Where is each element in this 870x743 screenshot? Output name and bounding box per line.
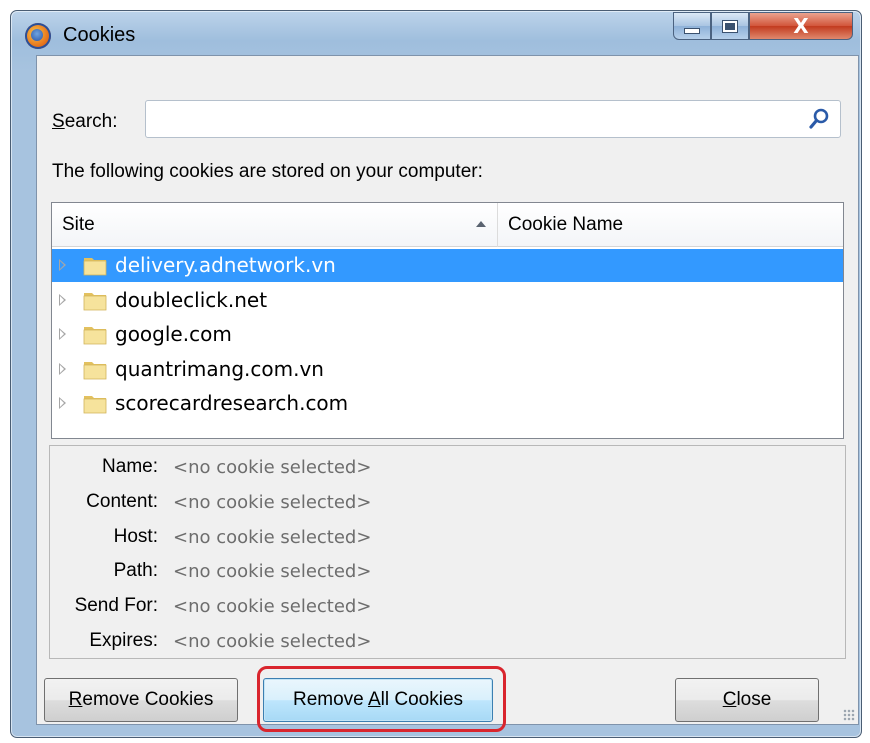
sort-ascending-icon <box>476 221 486 227</box>
detail-value: <no cookie selected> <box>173 457 372 478</box>
detail-value: <no cookie selected> <box>173 561 372 583</box>
detail-row: Name: <no cookie selected> <box>50 452 845 486</box>
column-site-label: Site <box>62 214 95 235</box>
minimize-button[interactable] <box>673 12 711 40</box>
detail-value: <no cookie selected> <box>173 631 372 652</box>
maximize-button[interactable] <box>711 12 749 40</box>
detail-value: <no cookie selected> <box>173 491 372 513</box>
tree-row-site: delivery.adnetwork.vn <box>115 253 336 277</box>
minimize-icon <box>684 28 700 34</box>
tree-row-site: doubleclick.net <box>115 287 268 312</box>
close-icon: X <box>793 14 809 38</box>
cookie-tree[interactable]: Site Cookie Name delivery.adnetwork.vn do… <box>51 202 844 439</box>
remove-cookies-button[interactable]: Remove Cookies <box>44 678 238 722</box>
detail-row: Host: <no cookie selected> <box>50 522 845 556</box>
remove-all-cookies-button[interactable]: Remove All Cookies <box>263 678 493 722</box>
folder-icon <box>83 292 107 310</box>
title-bar[interactable]: Cookies X <box>11 11 861 53</box>
resize-grip-icon[interactable] <box>843 709 855 721</box>
close-button[interactable]: Close <box>675 678 819 722</box>
expand-arrow-icon[interactable] <box>59 362 66 375</box>
search-label: Search: <box>52 111 118 132</box>
cookies-description: The following cookies are stored on your… <box>52 161 483 182</box>
folder-icon <box>83 258 107 276</box>
tree-row[interactable]: scorecardresearch.com <box>52 387 843 420</box>
tree-row[interactable]: delivery.adnetwork.vn <box>52 249 843 282</box>
expand-arrow-icon[interactable] <box>59 259 66 271</box>
column-cookie-name-label: Cookie Name <box>508 214 624 235</box>
detail-label: Name: <box>102 456 158 477</box>
detail-label: Path: <box>113 560 158 582</box>
dialog-content: Search: The following cookies are stored… <box>36 55 859 732</box>
detail-row: Send For: <no cookie selected> <box>50 591 845 625</box>
firefox-icon <box>25 23 51 49</box>
tree-row[interactable]: quantrimang.com.vn <box>52 353 843 386</box>
detail-label: Host: <box>113 525 158 547</box>
expand-arrow-icon[interactable] <box>59 328 66 340</box>
close-window-button[interactable]: X <box>749 12 853 40</box>
search-icon[interactable] <box>808 107 830 131</box>
detail-value: <no cookie selected> <box>173 596 372 618</box>
cookies-dialog: Cookies X Search: The following cookies … <box>10 10 862 738</box>
column-cookie-name[interactable]: Cookie Name <box>498 203 843 247</box>
tree-row-site: quantrimang.com.vn <box>115 356 324 381</box>
maximize-icon <box>722 19 738 33</box>
expand-arrow-icon[interactable] <box>59 397 66 409</box>
tree-row[interactable]: doubleclick.net <box>52 284 843 317</box>
detail-label: Content: <box>86 490 158 512</box>
folder-icon <box>83 396 107 414</box>
detail-row: Path: <no cookie selected> <box>50 556 845 590</box>
tree-row[interactable]: google.com <box>52 318 843 351</box>
detail-value: <no cookie selected> <box>173 526 372 548</box>
detail-label: Expires: <box>89 630 158 651</box>
cookie-details: Name: <no cookie selected> Content: <no coo… <box>49 445 846 659</box>
window-title: Cookies <box>63 24 136 46</box>
detail-row: Expires: <no cookie selected> <box>50 626 845 660</box>
expand-arrow-icon[interactable] <box>59 293 66 306</box>
folder-icon <box>83 327 107 345</box>
tree-row-site: scorecardresearch.com <box>115 391 349 415</box>
tree-row-site: google.com <box>115 322 232 346</box>
search-input[interactable] <box>145 100 841 138</box>
folder-icon <box>83 361 107 379</box>
detail-label: Send For: <box>74 595 158 617</box>
column-site[interactable]: Site <box>52 203 498 247</box>
detail-row: Content: <no cookie selected> <box>50 487 845 521</box>
tree-header: Site Cookie Name <box>52 203 843 247</box>
